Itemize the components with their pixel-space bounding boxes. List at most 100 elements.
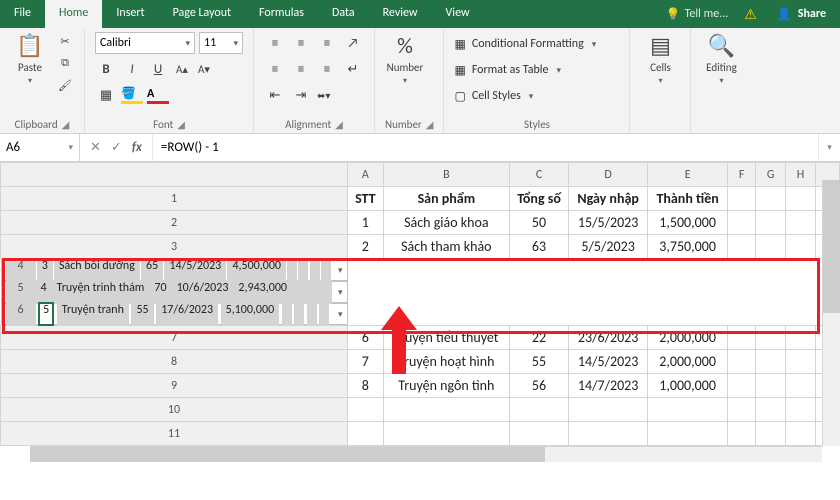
cell[interactable] bbox=[786, 211, 816, 235]
col-header-f[interactable]: F bbox=[728, 163, 756, 187]
font-dialog-launcher[interactable]: ◢ bbox=[177, 118, 185, 131]
tab-review[interactable]: Review bbox=[369, 0, 432, 28]
copy-button[interactable]: ⧉ bbox=[56, 54, 74, 72]
cell[interactable]: 7 bbox=[348, 350, 384, 374]
cell[interactable]: Truyện tranh bbox=[57, 302, 129, 326]
borders-button[interactable]: ▦ bbox=[95, 84, 117, 106]
font-size-inc-button[interactable]: A▴ bbox=[173, 60, 191, 78]
cell[interactable]: Thành tiền bbox=[648, 187, 728, 211]
name-box[interactable]: A6 bbox=[0, 134, 80, 161]
col-header-e[interactable]: E bbox=[648, 163, 728, 187]
cell[interactable]: 17/6/2023 bbox=[156, 302, 218, 326]
cell[interactable]: 1,000,000 bbox=[648, 374, 728, 398]
cell[interactable] bbox=[786, 350, 816, 374]
cell[interactable] bbox=[319, 302, 329, 326]
italic-button[interactable]: I bbox=[121, 58, 143, 80]
format-painter-button[interactable]: 🖌 bbox=[56, 76, 74, 94]
cell[interactable]: 3 bbox=[37, 258, 53, 282]
decrease-indent-button[interactable]: ⇤ bbox=[264, 84, 286, 106]
share-button[interactable]: 👤Share bbox=[763, 0, 840, 28]
cells-button[interactable]: ▤Cells▾ bbox=[640, 32, 680, 86]
row-header-11[interactable]: 11 bbox=[1, 422, 348, 446]
spreadsheet-grid[interactable]: A B C D E F G H 1 STT Sản phẩm Tổng số N… bbox=[0, 162, 840, 462]
cell[interactable]: 22 bbox=[510, 326, 569, 350]
row-header-3[interactable]: 3 bbox=[1, 235, 348, 259]
cancel-formula-button[interactable]: ✕ bbox=[90, 140, 101, 155]
cell[interactable] bbox=[756, 187, 786, 211]
cell[interactable] bbox=[510, 398, 569, 422]
cell[interactable] bbox=[282, 302, 292, 326]
cell[interactable]: 10/6/2023 bbox=[172, 280, 234, 304]
col-header-b[interactable]: B bbox=[383, 163, 509, 187]
align-middle-button[interactable]: ≡ bbox=[290, 32, 312, 54]
cell[interactable] bbox=[728, 235, 756, 259]
row-header-4[interactable]: 4 bbox=[6, 258, 36, 282]
cell[interactable]: 2,943,000 bbox=[233, 280, 292, 304]
alignment-dialog-launcher[interactable]: ◢ bbox=[335, 118, 343, 131]
number-format-button[interactable]: %Number▾ bbox=[385, 32, 425, 86]
cell[interactable] bbox=[348, 422, 384, 446]
cell[interactable]: 14/5/2023 bbox=[164, 258, 226, 282]
font-color-button[interactable]: A bbox=[147, 87, 169, 104]
cell[interactable] bbox=[756, 211, 786, 235]
cell[interactable]: 4 bbox=[36, 280, 52, 304]
cell[interactable] bbox=[383, 398, 509, 422]
align-right-button[interactable]: ≡ bbox=[316, 58, 338, 80]
cell[interactable] bbox=[310, 258, 320, 282]
col-header-g[interactable]: G bbox=[756, 163, 786, 187]
vertical-scrollbar[interactable] bbox=[822, 180, 840, 446]
cell[interactable]: Ngày nhập bbox=[569, 187, 648, 211]
cell[interactable] bbox=[756, 235, 786, 259]
cell-active[interactable]: 5 bbox=[38, 302, 54, 326]
cell[interactable]: 56 bbox=[510, 374, 569, 398]
cell[interactable]: Sách bồi dưỡng bbox=[54, 258, 140, 282]
select-all-corner[interactable] bbox=[1, 163, 348, 187]
horizontal-scrollbar[interactable] bbox=[30, 446, 822, 462]
cell[interactable]: 1 bbox=[348, 211, 384, 235]
cell[interactable]: 70 bbox=[149, 280, 171, 304]
paste-button[interactable]: 📋Paste▾ bbox=[10, 32, 50, 86]
font-size-dec-button[interactable]: A▾ bbox=[195, 60, 213, 78]
font-size-select[interactable]: 11 bbox=[199, 32, 243, 54]
fx-button[interactable]: fx bbox=[132, 140, 142, 155]
cell[interactable]: 23/6/2023 bbox=[569, 326, 648, 350]
tell-me-search[interactable]: 💡Tell me... bbox=[656, 0, 739, 28]
cell[interactable]: 3,750,000 bbox=[648, 235, 728, 259]
formula-input[interactable]: =ROW() - 1 bbox=[153, 134, 818, 161]
cell[interactable]: Sách tham khảo bbox=[383, 235, 509, 259]
col-header-d[interactable]: D bbox=[569, 163, 648, 187]
row-header-5[interactable]: 5 bbox=[6, 280, 36, 304]
cell[interactable] bbox=[756, 398, 786, 422]
row-header-6[interactable]: 6 bbox=[6, 302, 36, 326]
increase-indent-button[interactable]: ⇥ bbox=[290, 84, 312, 106]
cell[interactable] bbox=[321, 258, 331, 282]
number-dialog-launcher[interactable]: ◢ bbox=[426, 118, 434, 131]
cell[interactable]: 5,100,000 bbox=[221, 302, 280, 326]
cell[interactable]: Tổng số bbox=[510, 187, 569, 211]
cell[interactable] bbox=[348, 398, 384, 422]
cell-styles-button[interactable]: ▢Cell Styles bbox=[454, 84, 596, 108]
cell[interactable] bbox=[569, 422, 648, 446]
cell[interactable]: Truyện tiểu thuyết bbox=[383, 326, 509, 350]
fill-color-button[interactable]: 🪣 bbox=[121, 86, 143, 104]
cell[interactable] bbox=[728, 350, 756, 374]
cell[interactable]: 2 bbox=[348, 235, 384, 259]
cell[interactable]: 1,500,000 bbox=[648, 211, 728, 235]
expand-formula-bar-button[interactable]: ▾ bbox=[818, 134, 840, 161]
cell[interactable] bbox=[756, 374, 786, 398]
cell[interactable] bbox=[312, 280, 322, 304]
cell[interactable] bbox=[287, 258, 297, 282]
cell[interactable] bbox=[322, 280, 332, 304]
bold-button[interactable]: B bbox=[95, 58, 117, 80]
cell[interactable]: 2,000,000 bbox=[648, 350, 728, 374]
align-bottom-button[interactable]: ≡ bbox=[316, 32, 338, 54]
cell[interactable] bbox=[648, 422, 728, 446]
cell[interactable] bbox=[307, 302, 317, 326]
font-name-select[interactable]: Calibri bbox=[95, 32, 195, 54]
col-header-a[interactable]: A bbox=[348, 163, 384, 187]
cell[interactable]: 5/5/2023 bbox=[569, 235, 648, 259]
cell[interactable]: STT bbox=[348, 187, 384, 211]
cell[interactable] bbox=[728, 374, 756, 398]
wrap-text-button[interactable]: ↵ bbox=[342, 58, 364, 80]
cell[interactable]: 4,500,000 bbox=[227, 258, 286, 282]
